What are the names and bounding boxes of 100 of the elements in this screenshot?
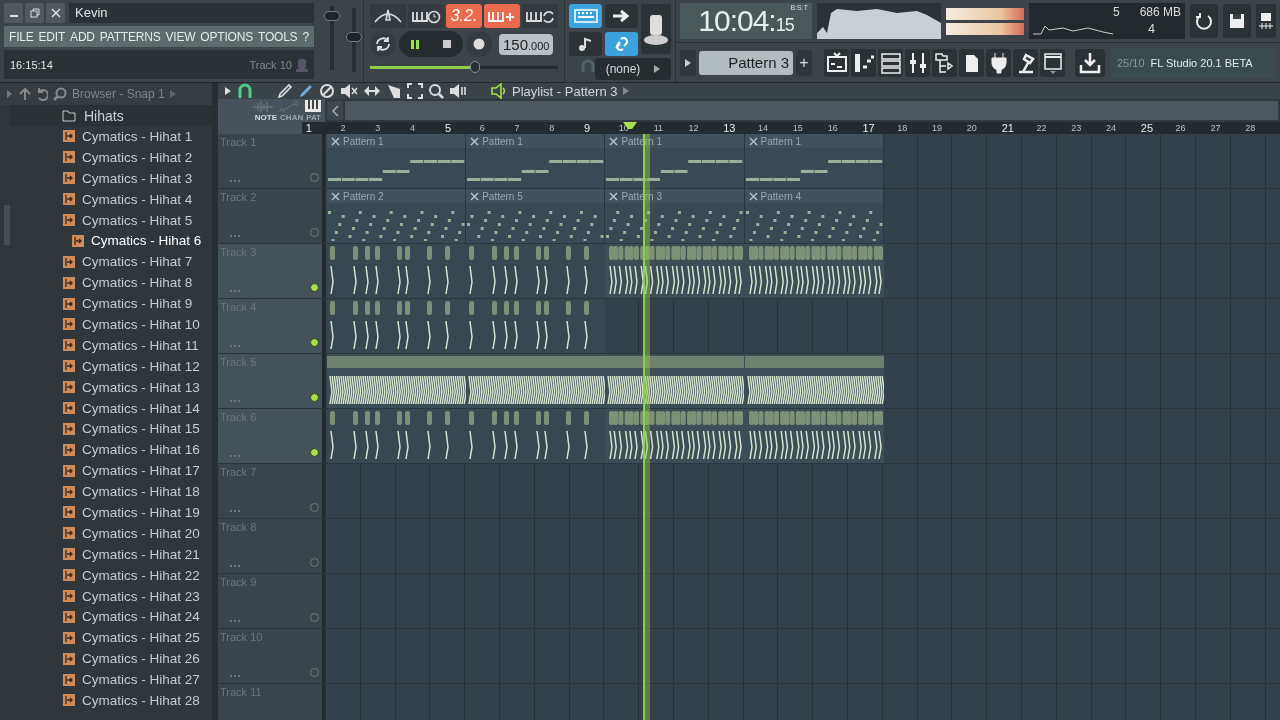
close-icon[interactable] [331, 191, 340, 201]
browser-item[interactable]: Cymatics - Hihat 26 [10, 648, 212, 670]
browser-item[interactable]: Cymatics - Hihat 22 [10, 564, 212, 586]
arrow-button[interactable] [605, 4, 638, 28]
loop-mode-button[interactable] [370, 31, 396, 57]
pattern-selector[interactable]: Pattern 3 [699, 50, 793, 75]
browser-item[interactable]: Cymatics - Hihat 25 [10, 627, 212, 649]
speaker-icon[interactable] [491, 83, 507, 99]
menu-item[interactable]: TOOLS [257, 29, 298, 44]
track-enable-led[interactable] [310, 393, 319, 402]
zoom-icon[interactable] [428, 83, 444, 99]
browser-item[interactable]: Cymatics - Hihat 5 [10, 209, 212, 231]
browser-item[interactable]: Cymatics - Hihat 20 [10, 522, 212, 544]
window-button[interactable] [1040, 48, 1065, 77]
menu-item[interactable]: OPTIONS [200, 29, 253, 44]
mute-icon[interactable] [340, 83, 358, 99]
browser-item[interactable]: Cymatics - Hihat 18 [10, 481, 212, 503]
menu-item[interactable]: VIEW [165, 29, 196, 44]
menu-item[interactable]: ADD [70, 29, 95, 44]
browser-button[interactable] [932, 48, 957, 77]
loop-button[interactable] [522, 4, 558, 28]
piano-roll-button[interactable] [851, 48, 876, 77]
plugin-button[interactable] [986, 48, 1011, 77]
browser-item[interactable]: Cymatics - Hihat 13 [10, 376, 212, 398]
wait-button[interactable] [408, 4, 444, 28]
browser-item[interactable]: Cymatics - Hihat 17 [10, 460, 212, 482]
menu-item[interactable]: ? [302, 29, 309, 44]
slip-icon[interactable] [363, 83, 381, 99]
playback-icon[interactable] [449, 83, 467, 99]
tools-button[interactable] [1013, 48, 1038, 77]
close-icon[interactable] [748, 136, 758, 146]
browser-item[interactable]: Cymatics - Hihat 11 [10, 334, 212, 356]
magnet-icon[interactable] [237, 83, 253, 99]
pencil-icon[interactable] [277, 83, 293, 99]
download-button[interactable] [1075, 48, 1105, 77]
browser-item[interactable]: Cymatics - Hihat 2 [10, 146, 212, 168]
search-icon[interactable] [53, 87, 67, 101]
slider-thumb[interactable] [323, 10, 340, 21]
browser-item[interactable]: Cymatics - Hihat 15 [10, 418, 212, 440]
browser-item[interactable]: Cymatics - Hihat 3 [10, 167, 212, 189]
horizontal-scroll-bar[interactable] [345, 101, 1278, 120]
browser-item[interactable]: Cymatics - Hihat 4 [10, 188, 212, 210]
browser-item[interactable]: Cymatics - Hihat 1 [10, 126, 212, 147]
position-slider-thumb[interactable] [470, 61, 481, 73]
browser-item[interactable]: Cymatics - Hihat 19 [10, 502, 212, 523]
scroll-bar[interactable] [4, 205, 10, 245]
render-button[interactable] [1256, 4, 1276, 38]
pattern-next-button[interactable] [680, 49, 696, 76]
browser-item[interactable]: Cymatics - Hihat 7 [10, 251, 212, 273]
note-button[interactable] [569, 31, 602, 56]
channel-rack-button[interactable] [878, 48, 903, 77]
mixer-button[interactable] [905, 48, 930, 77]
slider-thumb[interactable] [345, 31, 362, 42]
undo-button[interactable] [1190, 4, 1218, 38]
save-button[interactable] [1223, 4, 1251, 38]
browser-item[interactable]: Cymatics - Hihat 24 [10, 606, 212, 628]
select-icon[interactable] [407, 83, 423, 99]
browser-item[interactable]: Cymatics - Hihat 14 [10, 397, 212, 419]
tempo-field[interactable]: 150.000 [499, 33, 554, 55]
menu-item[interactable]: FILE [9, 29, 34, 44]
browser-item[interactable]: Cymatics - Hihat 21 [10, 543, 212, 565]
menu-item[interactable]: PATTERNS [99, 29, 161, 44]
browser-item[interactable]: Cymatics - Hihat 27 [10, 669, 212, 691]
metronome-button[interactable] [370, 4, 406, 28]
restore-button[interactable] [25, 3, 44, 23]
browser-item[interactable]: Cymatics - Hihat 9 [10, 293, 212, 314]
minimize-button[interactable] [4, 3, 23, 23]
master-knob-button[interactable] [641, 4, 671, 54]
slice-icon[interactable] [386, 83, 402, 99]
playlist-button[interactable] [824, 48, 849, 77]
track-enable-led[interactable] [310, 448, 319, 457]
undo-icon[interactable] [36, 87, 48, 101]
browser-item[interactable]: Cymatics - Hihat 12 [10, 355, 212, 377]
link-button[interactable] [605, 31, 638, 56]
close-icon[interactable] [470, 191, 480, 201]
close-icon[interactable] [331, 136, 340, 146]
track-enable-led[interactable] [310, 338, 319, 347]
project-button[interactable] [959, 48, 984, 77]
arrow-right-icon[interactable] [622, 86, 629, 96]
up-arrow-icon[interactable] [19, 87, 31, 101]
browser-item[interactable]: Cymatics - Hihat 8 [10, 272, 212, 294]
close-icon[interactable] [470, 136, 480, 146]
close-icon[interactable] [748, 191, 758, 201]
record-button[interactable] [466, 31, 492, 57]
browser-item[interactable]: Cymatics - Hihat 28 [10, 690, 212, 711]
track-enable-led[interactable] [310, 283, 319, 292]
mode-tab[interactable]: NOTE [254, 113, 278, 122]
browser-item[interactable]: Cymatics - Hihat 23 [10, 585, 212, 607]
add-pattern-button[interactable]: + [796, 49, 812, 76]
close-button[interactable] [46, 3, 65, 23]
play-arrow-icon[interactable] [224, 86, 232, 96]
browser-item[interactable]: Cymatics - Hihat 16 [10, 439, 212, 461]
expand-icon[interactable] [6, 89, 14, 99]
browser-item[interactable]: Cymatics - Hihat 6 [10, 230, 212, 252]
delete-icon[interactable] [319, 83, 335, 99]
scroll-left-button[interactable] [327, 101, 343, 120]
menu-item[interactable]: EDIT [38, 29, 66, 44]
folder-item[interactable]: Hihats [10, 105, 212, 126]
browser-item[interactable]: Cymatics - Hihat 10 [10, 314, 212, 335]
snap-dropdown[interactable]: (none) [595, 58, 671, 80]
